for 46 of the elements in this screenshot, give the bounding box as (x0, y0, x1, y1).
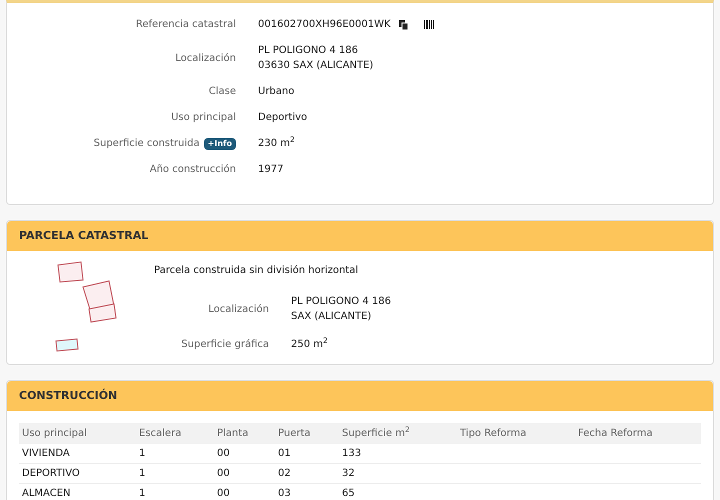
copy-icon[interactable] (398, 20, 408, 30)
field-value: PL POLIGONO 4 186 (291, 295, 391, 309)
table-cell-text: 00 (216, 447, 231, 461)
column-header: Fecha Reforma (577, 427, 654, 441)
table-cell-text: DEPORTIVO (21, 467, 81, 481)
field-value: Urbano (258, 85, 294, 99)
field-value: PL POLIGONO 4 186 (258, 44, 359, 58)
table-cell-text: 1 (138, 487, 146, 500)
field-label: Localización (175, 52, 236, 66)
field-label: Año construcción (150, 163, 236, 177)
field-label: Referencia catastral (136, 18, 236, 32)
field-label: Localización (208, 302, 269, 316)
info-button[interactable]: +Info (204, 138, 236, 150)
table-cell-text: 02 (277, 467, 292, 481)
table-cell-text: 03 (277, 487, 292, 500)
field-value: 001602700XH96E0001WK (258, 18, 391, 32)
table-cell-text: 01 (277, 447, 292, 461)
table-cell-text: 00 (216, 467, 231, 481)
field-label: Clase (208, 85, 236, 99)
field-value: 230 m$^{2}$ (258, 136, 295, 151)
section-header: CONSTRUCCIÓN (7, 381, 713, 411)
table-cell-text: 1 (138, 447, 146, 461)
field-value: 250 m$^{2}$ (291, 337, 328, 352)
table-cell-text: 1 (138, 467, 146, 481)
parcel-description: Parcela construida sin división horizontal (154, 264, 360, 278)
section-header: PARCELA CATASTRAL (7, 221, 713, 251)
field-label: Superficie gráfica (181, 338, 269, 352)
column-header: Escalera (138, 427, 182, 441)
field-value: 1977 (258, 163, 284, 177)
table-cell-text: 65 (341, 487, 356, 500)
column-header: Superficie m$^{2}$ (341, 426, 411, 441)
column-header: Uso principal (21, 427, 88, 441)
table-cell-text: VIVIENDA (21, 447, 71, 461)
table-cell-text: 133 (341, 447, 362, 461)
column-header: Planta (216, 427, 250, 441)
field-label: Superficie construida (94, 137, 200, 151)
table-cell-text: ALMACEN (21, 487, 72, 500)
table-cell-text: 00 (216, 487, 231, 500)
field-value: 03630 SAX (ALICANTE) (258, 59, 374, 73)
field-value: SAX (ALICANTE) (291, 310, 372, 324)
field-label: Uso principal (171, 111, 236, 125)
table-cell-text: 32 (341, 467, 356, 481)
barcode-icon[interactable] (424, 20, 434, 29)
column-header: Tipo Reforma (459, 427, 528, 441)
column-header: Puerta (277, 427, 312, 441)
field-value: Deportivo (258, 111, 308, 125)
